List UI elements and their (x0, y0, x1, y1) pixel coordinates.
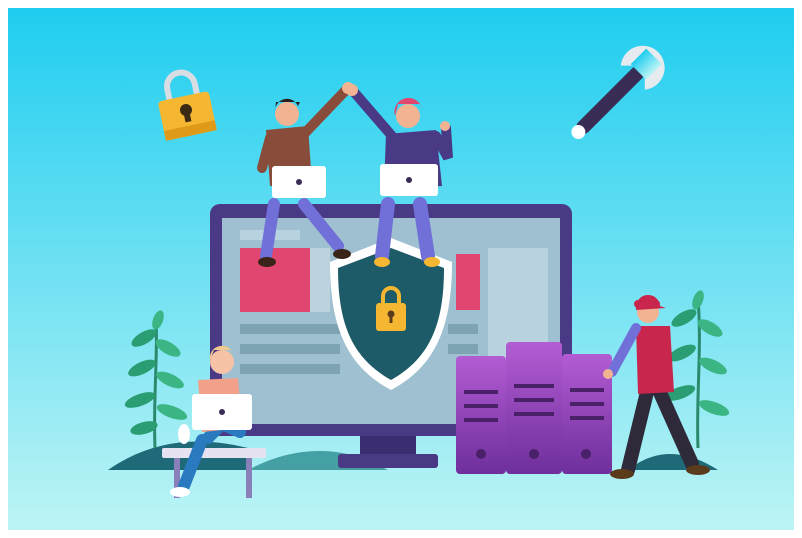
security-illustration (8, 8, 794, 530)
server-rack (456, 342, 612, 474)
laptop-icon (272, 166, 326, 198)
laptop-icon (192, 394, 252, 430)
illustration-canvas (8, 8, 794, 530)
laptop-icon (380, 164, 438, 196)
server-icon (506, 342, 562, 474)
server-icon (456, 356, 506, 474)
